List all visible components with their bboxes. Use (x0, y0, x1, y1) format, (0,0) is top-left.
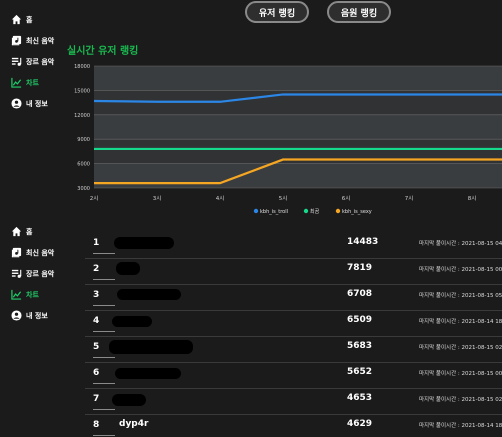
sidebar-bottom: 홈 최신 음악 장르 음악 차트 내 정보 (10, 221, 80, 326)
ranking-row[interactable]: 6 5652 마지막 풀이시간 : 2021-08-15 00 (85, 363, 502, 389)
legend-marker (335, 208, 341, 214)
rank-number: 6 (93, 368, 100, 378)
rank-underline (93, 331, 115, 332)
sidebar-item-chart[interactable]: 차트 (10, 284, 80, 305)
ranking-row[interactable]: 2 7819 마지막 풀이시간 : 2021-08-15 00 (85, 259, 502, 285)
rank-number: 1 (93, 238, 100, 248)
genre-icon (10, 268, 22, 280)
sidebar-item-label: 장르 음악 (26, 57, 55, 66)
sidebar-item-label: 장르 음악 (26, 269, 55, 278)
x-tick-label: 5시 (279, 196, 288, 202)
section-title: 실시간 유저 랭킹 (67, 46, 139, 57)
last-solve-time: 마지막 풀이시간 : 2021-08-15 04 (419, 241, 502, 247)
sidebar-item-label: 홈 (26, 227, 33, 236)
tab-user-ranking[interactable]: 유저 랭킹 (245, 1, 309, 23)
y-tick-label: 3000 (77, 186, 90, 192)
ranking-row[interactable]: 4 6509 마지막 풀이시간 : 2021-08-14 18 (85, 311, 502, 337)
sidebar-item-genre[interactable]: 장르 음악 (10, 263, 80, 284)
redacted-username (112, 394, 146, 406)
x-tick-label: 4시 (216, 196, 225, 202)
legend-label: kbh_is_sexy (342, 209, 372, 215)
y-tick-label: 9000 (77, 137, 90, 143)
score: 6708 (347, 289, 373, 299)
ranking-row[interactable]: 5 5683 마지막 풀이시간 : 2021-08-15 02 (85, 337, 502, 363)
ranking-row[interactable]: 3 6708 마지막 풀이시간 : 2021-08-15 05 (85, 285, 502, 311)
rank-underline (93, 435, 115, 436)
sidebar-item-label: 내 정보 (26, 99, 48, 108)
x-tick-label: 7시 (405, 196, 414, 202)
redacted-username (114, 237, 174, 249)
chart-icon (10, 77, 22, 89)
sidebar-item-label: 최신 음악 (26, 36, 55, 45)
legend-label: kbh_is_troll (260, 209, 288, 215)
home-icon (10, 14, 22, 26)
tab-music-ranking[interactable]: 음원 랭킹 (327, 1, 391, 23)
grid-band (94, 114, 502, 140)
score: 5683 (347, 341, 373, 351)
score: 7819 (347, 263, 373, 273)
score: 5652 (347, 367, 373, 377)
redacted-username (112, 316, 152, 327)
redacted-username (115, 368, 181, 379)
ranking-row[interactable]: 8 dyp4r 4629 마지막 풀이시간 : 2021-08-14 18 (85, 415, 502, 437)
rank-underline (93, 383, 115, 384)
rank-underline (93, 253, 115, 254)
y-tick-label: 12000 (74, 113, 90, 119)
last-solve-time: 마지막 풀이시간 : 2021-08-14 18 (419, 319, 502, 325)
score: 4629 (347, 419, 373, 429)
ranking-line-chart: 3000 6000 9000 12000 15000 18000 2시 3시 4시 5시 6시 7시 8… (74, 64, 502, 215)
chart-icon (10, 289, 22, 301)
rank-number: 8 (93, 420, 100, 430)
sidebar-item-label: 내 정보 (26, 311, 48, 320)
sidebar-item-home[interactable]: 홈 (10, 9, 80, 30)
legend-marker (303, 208, 309, 214)
genre-icon (10, 56, 22, 68)
ranking-row[interactable]: 1 14483 마지막 풀이시간 : 2021-08-15 04 (85, 233, 502, 259)
rank-underline (93, 279, 115, 280)
last-solve-time: 마지막 풀이시간 : 2021-08-15 02 (419, 345, 502, 351)
last-solve-time: 마지막 풀이시간 : 2021-08-15 00 (419, 371, 502, 377)
sidebar-item-account[interactable]: 내 정보 (10, 305, 80, 326)
sidebar-item-new-music[interactable]: 최신 음악 (10, 242, 80, 263)
legend-label: 최곰 (310, 208, 320, 215)
new-music-icon (10, 247, 22, 259)
last-solve-time: 마지막 풀이시간 : 2021-08-15 02 (419, 397, 502, 403)
y-tick-label: 18000 (74, 64, 90, 70)
last-solve-time: 마지막 풀이시간 : 2021-08-15 05 (419, 293, 502, 299)
rank-number: 3 (93, 290, 100, 300)
x-tick-label: 6시 (342, 196, 351, 202)
account-icon (10, 310, 22, 322)
y-tick-label: 6000 (77, 162, 90, 168)
x-tick-label: 8시 (468, 196, 477, 202)
x-tick-label: 2시 (90, 196, 99, 202)
home-icon (10, 226, 22, 238)
sidebar-item-label: 홈 (26, 15, 33, 24)
sidebar-item-home[interactable]: 홈 (10, 221, 80, 242)
redacted-username (117, 289, 181, 300)
sidebar-item-label: 차트 (26, 78, 39, 87)
rank-underline (93, 409, 115, 410)
grid-band (94, 66, 502, 91)
username: dyp4r (119, 419, 149, 429)
legend-marker (253, 208, 259, 214)
x-tick-label: 3시 (153, 196, 162, 202)
rank-number: 2 (93, 264, 100, 274)
sidebar-item-label: 차트 (26, 290, 39, 299)
score: 14483 (347, 237, 379, 247)
account-icon (10, 98, 22, 110)
grid-band (94, 163, 502, 188)
redacted-username (109, 340, 193, 354)
ranking-row[interactable]: 7 4653 마지막 풀이시간 : 2021-08-15 02 (85, 389, 502, 415)
rank-underline (93, 357, 115, 358)
rank-underline (93, 305, 115, 306)
last-solve-time: 마지막 풀이시간 : 2021-08-14 18 (419, 423, 502, 429)
new-music-icon (10, 35, 22, 47)
score: 4653 (347, 393, 373, 403)
y-tick-label: 15000 (74, 88, 90, 94)
sidebar-item-label: 최신 음악 (26, 248, 55, 257)
redacted-username (116, 262, 140, 275)
score: 6509 (347, 315, 373, 325)
last-solve-time: 마지막 풀이시간 : 2021-08-15 00 (419, 267, 502, 273)
